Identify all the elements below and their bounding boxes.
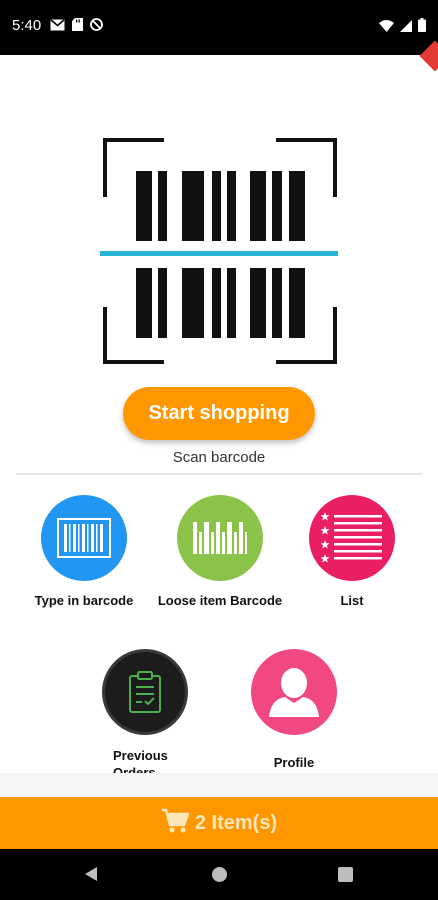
scan-barcode-caption: Scan barcode: [172, 449, 266, 466]
start-shopping-button[interactable]: Start shopping: [123, 387, 315, 440]
status-notification-icons: [50, 18, 103, 36]
previous-orders-button[interactable]: Previous Orders: [100, 649, 190, 781]
loose-item-barcode-label: Loose item Barcode: [157, 593, 283, 608]
home-icon[interactable]: [212, 867, 227, 882]
cart-button[interactable]: 2 Item(s): [0, 797, 438, 849]
barcode-icon: [41, 495, 127, 581]
status-system-icons: [379, 18, 426, 37]
navigation-bar: [0, 849, 438, 900]
list-label: List: [340, 593, 364, 608]
back-icon[interactable]: [84, 866, 98, 887]
battery-icon: [418, 18, 426, 37]
gmail-icon: [50, 18, 65, 36]
sd-card-icon: [72, 18, 83, 36]
type-in-barcode-button[interactable]: Type in barcode: [26, 495, 142, 608]
bottom-strip: [0, 773, 438, 797]
status-time: 5:40: [12, 17, 42, 34]
loose-barcode-icon: [177, 495, 263, 581]
cart-icon: [161, 808, 190, 839]
loose-item-barcode-button[interactable]: Loose item Barcode: [150, 495, 290, 608]
profile-button[interactable]: Profile: [246, 649, 342, 770]
divider: [16, 473, 422, 475]
do-not-disturb-icon: [90, 18, 103, 36]
recents-icon[interactable]: [338, 867, 353, 882]
person-icon: [251, 649, 337, 735]
type-in-barcode-label: Type in barcode: [34, 593, 134, 608]
status-bar: 5:40: [0, 0, 438, 55]
main-content: Start shopping Scan barcode Type in barc…: [0, 40, 438, 797]
clipboard-check-icon: [102, 649, 188, 735]
list-icon: [309, 495, 395, 581]
signal-icon: [400, 19, 412, 37]
cart-count-label: 2 Item(s): [194, 811, 278, 834]
profile-label: Profile: [273, 755, 315, 770]
wifi-icon: [379, 19, 394, 37]
barcode-scanner-icon: [100, 135, 340, 367]
list-button[interactable]: List: [302, 495, 402, 608]
